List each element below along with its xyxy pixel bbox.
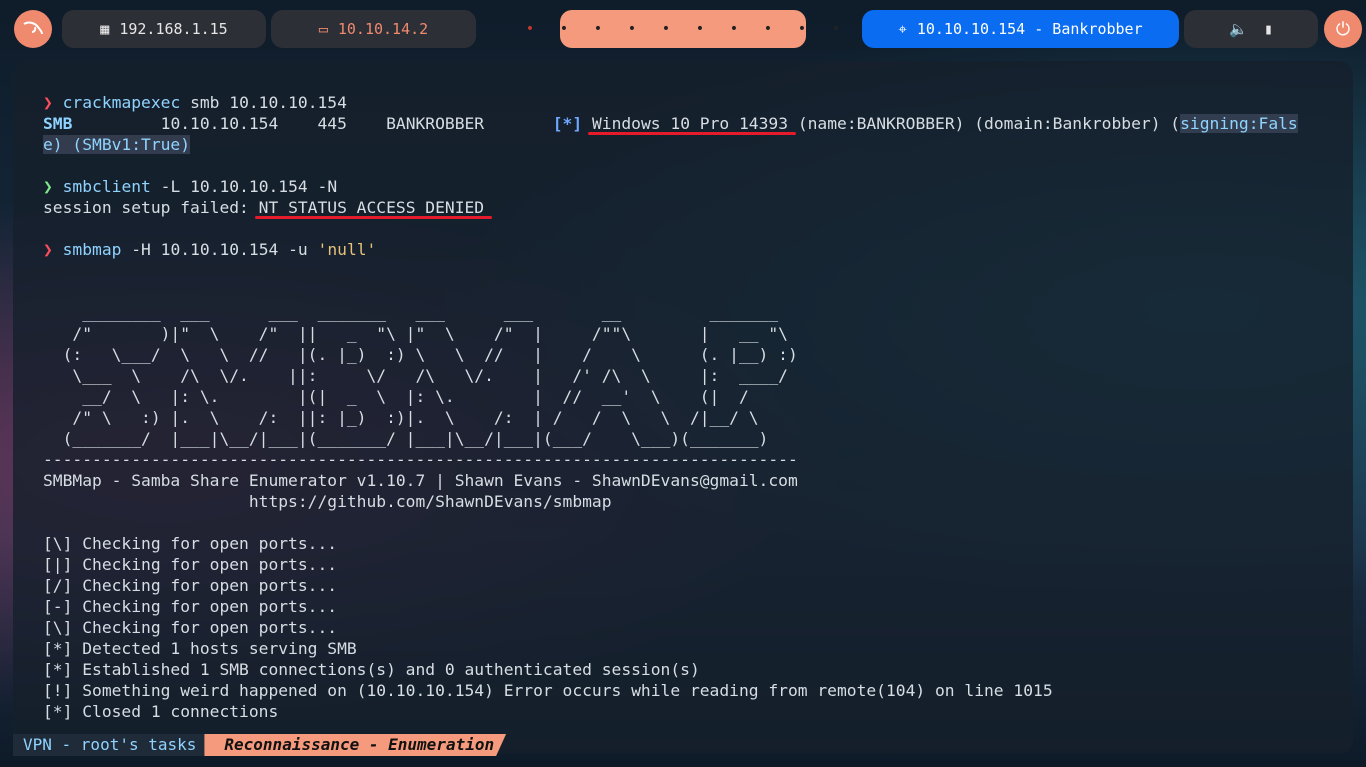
prompt-symbol: ❯	[43, 240, 53, 259]
window-name[interactable]: Reconnaissance - Enumeration	[204, 734, 506, 756]
command-args: 10.10.10.154	[150, 240, 279, 259]
system-tray[interactable]: 🔈 ▮	[1184, 10, 1318, 48]
output-line: [*] Detected 1 hosts serving SMB	[43, 639, 357, 658]
command-args: 10.10.10.154	[180, 177, 308, 196]
ascii-art-line: /" \ :) |. \ /: ||: |_) :)|. \ /: | / / …	[43, 408, 759, 427]
flag: -N	[307, 177, 338, 196]
command-line-smbmap: ❯ smbmap -H 10.10.10.154 -u 'null'	[43, 239, 1298, 260]
flag: -u	[278, 240, 308, 259]
output-line: [-] Checking for open ports...	[43, 597, 338, 616]
host-details: (name:BANKROBBER) (domain:Bankrobber) (	[788, 114, 1181, 133]
smb-tag: SMB	[43, 114, 73, 133]
terminal-output: ❯ crackmapexec smb 10.10.10.154 SMB 10.1…	[43, 92, 1298, 722]
ascii-art-line: (_______/ |___|\__/|___|(_______/ |___|\…	[43, 429, 769, 448]
workspace-dot[interactable]: •	[658, 21, 674, 37]
ascii-art-line: (: \___/ \ \ // |(. |_) :) \ \ // | / \ …	[43, 345, 798, 364]
output-line: [\] Checking for open ports...	[43, 618, 338, 637]
crosshair-icon: ⌖	[898, 20, 907, 38]
workspace-dot[interactable]: •	[522, 21, 538, 37]
command-args: smb 10.10.10.154	[180, 93, 347, 112]
vpn-ip-widget[interactable]: ▭ 10.10.14.2	[271, 10, 476, 48]
tmux-status-bar: VPN - root's tasks Reconnaissance - Enum…	[13, 734, 506, 756]
workspace-dot[interactable]: •	[760, 21, 776, 37]
target-ip-widget[interactable]: ▦ 192.168.1.15	[62, 10, 266, 48]
separator-line: ----------------------------------------…	[43, 450, 798, 469]
workspace-dot[interactable]: •	[624, 21, 640, 37]
command-line-crackmapexec: ❯ crackmapexec smb 10.10.10.154	[43, 92, 1298, 113]
workspace-dot[interactable]: •	[726, 21, 742, 37]
target-box-widget[interactable]: ⌖ 10.10.10.154 - Bankrobber	[862, 10, 1179, 48]
ascii-art-line: __/ \ |: \. |(| _ \ |: \. | // __' \ (| …	[43, 387, 749, 406]
ascii-art-line: /" )|" \ /" || _ "\ |" \ /" | /""\ | __ …	[43, 324, 788, 343]
quoted-arg: 'null'	[307, 240, 377, 259]
target-box: 10.10.10.154 - Bankrobber	[916, 20, 1143, 38]
output-line: e) (SMBv1:True)	[43, 134, 1298, 155]
error-prefix: session setup failed:	[43, 198, 259, 217]
output-line: [|] Checking for open ports...	[43, 555, 338, 574]
banner-url: https://github.com/ShawnDEvans/smbmap	[43, 492, 612, 511]
prompt-symbol: ❯	[43, 93, 53, 112]
output-line: [/] Checking for open ports...	[43, 576, 338, 595]
output-line: [*] Established 1 SMB connections(s) and…	[43, 660, 700, 679]
output-line: session setup failed: NT_STATUS_ACCESS_D…	[43, 197, 1298, 218]
signing-info: signing:Fals	[1180, 114, 1298, 133]
volume-icon[interactable]: 🔈	[1229, 20, 1248, 38]
output-line: [*] Closed 1 connections	[43, 702, 279, 721]
top-bar: ▦ 192.168.1.15 ▭ 10.10.14.2 • • • • • • • • • • ⌖…	[0, 0, 1366, 58]
command: smbmap	[62, 240, 122, 259]
output-line: [\] Checking for open ports...	[43, 534, 338, 553]
laptop-icon: ▭	[318, 20, 328, 38]
info-marker: [*]	[552, 114, 583, 133]
terminal-window[interactable]: ❯ crackmapexec smb 10.10.10.154 SMB 10.1…	[13, 61, 1353, 754]
host-info: 10.10.10.154 445 BANKROBBER	[72, 114, 553, 133]
workspaces[interactable]: • • • • • • • • • •	[526, 10, 840, 48]
workspace-dots: • • • • • • • • • •	[522, 21, 844, 37]
os-version: Windows 10 Pro 14393	[591, 114, 789, 133]
vpn-ip: 10.10.14.2	[337, 20, 429, 38]
battery-icon[interactable]: ▮	[1264, 20, 1273, 38]
monitor-icon: ▦	[100, 20, 110, 38]
workspace-dot[interactable]: •	[692, 21, 708, 37]
workspace-dot[interactable]: •	[556, 21, 572, 37]
smbv1-info: e) (SMBv1:True)	[43, 135, 191, 154]
output-line: [!] Something weird happened on (10.10.1…	[43, 681, 1053, 700]
workspace-dot[interactable]: •	[590, 21, 606, 37]
target-ip: 192.168.1.15	[119, 20, 228, 38]
smbmap-ascii-art: ________ ___ ___ _______ ___ ___ __ ____…	[43, 302, 1298, 449]
command: smbclient	[62, 177, 151, 196]
banner-title: SMBMap - Samba Share Enumerator v1.10.7 …	[43, 471, 798, 490]
output-line: SMB 10.10.10.154 445 BANKROBBER [*] Wind…	[43, 113, 1298, 134]
workspace-dot[interactable]: •	[828, 21, 844, 37]
smbmap-output: [\] Checking for open ports... [|] Checki…	[43, 533, 1298, 722]
workspace-dot[interactable]: •	[794, 21, 810, 37]
ascii-art-line: \___ \ /\ \/. ||: \/ /\ \/. | /' /\ \ |:…	[43, 366, 788, 385]
command-line-smbclient: ❯ smbclient -L 10.10.10.154 -N	[43, 176, 1298, 197]
prompt-symbol: ❯	[43, 177, 53, 196]
ascii-art-line: ________ ___ ___ _______ ___ ___ __ ____…	[43, 303, 779, 322]
command: crackmapexec	[62, 93, 181, 112]
kali-logo-icon[interactable]	[14, 10, 52, 48]
power-icon[interactable]: ⏻	[1324, 10, 1362, 48]
session-name[interactable]: VPN - root's tasks	[13, 734, 205, 756]
flag: -H	[121, 240, 151, 259]
flag: -L	[150, 177, 181, 196]
error-status: NT_STATUS_ACCESS_DENIED	[258, 198, 485, 217]
